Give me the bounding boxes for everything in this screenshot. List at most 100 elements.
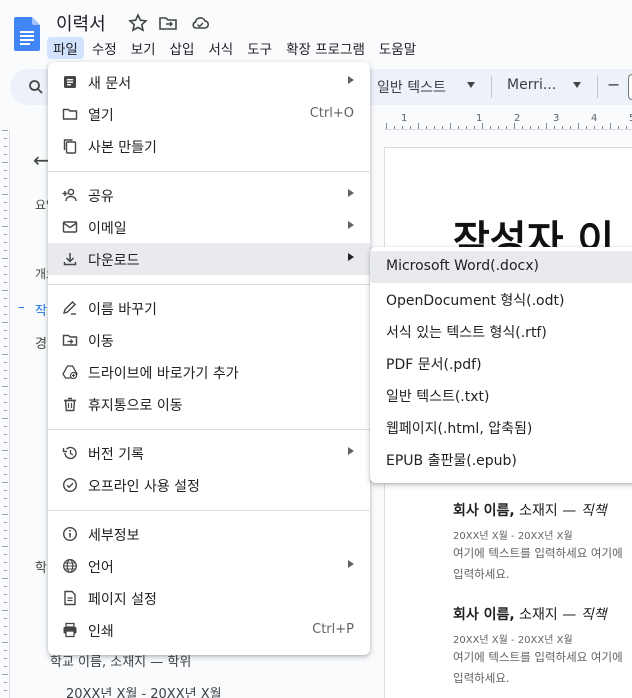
ruler-tick: [578, 123, 579, 129]
search-menus-icon[interactable]: [28, 79, 44, 95]
menu-item-version-history[interactable]: 버전 기록: [48, 437, 370, 469]
ruler-tick: [546, 123, 547, 129]
ruler-tick: [594, 126, 595, 129]
menu-item-shortcut: Ctrl+P: [312, 622, 354, 637]
ruler-tick: [4, 658, 7, 659]
menu-edit[interactable]: 수정: [86, 37, 123, 59]
ruler-tick: [458, 126, 459, 129]
ruler-tick: [4, 306, 7, 307]
menu-item-label: Microsoft Word(.docx): [386, 258, 539, 274]
download-html[interactable]: 웹페이지(.html, 압축됨): [370, 411, 632, 443]
toolbar-divider: [491, 76, 492, 98]
outline-date-text[interactable]: 20XX년 X월 - 20XX년 X월: [66, 683, 222, 698]
job-entry-body[interactable]: 입력하세요.: [453, 566, 510, 582]
menu-item-details[interactable]: 세부정보: [48, 518, 370, 550]
menu-item-language[interactable]: 언어: [48, 550, 370, 582]
job-entry-title[interactable]: 회사 이름, 소재지 — 직책: [453, 604, 606, 624]
menu-item-move[interactable]: 이동: [48, 324, 370, 356]
submenu-arrow-icon: [348, 221, 354, 229]
outline-item[interactable]: 경: [35, 333, 47, 352]
job-entry-date[interactable]: 20XX년 X월 - 20XX년 X월: [453, 527, 573, 542]
ruler-tick: [2, 194, 8, 195]
menu-extensions[interactable]: 확장 프로그램: [280, 37, 371, 59]
ruler-tick: [394, 126, 395, 129]
menu-item-rename[interactable]: 이름 바꾸기: [48, 292, 370, 324]
menu-item-offline[interactable]: 오프라인 사용 설정: [48, 469, 370, 501]
download-rtf[interactable]: 서식 있는 텍스트 형식(.rtf): [370, 315, 632, 347]
move-folder-icon: [62, 334, 78, 346]
download-epub[interactable]: EPUB 출판물(.epub): [370, 443, 632, 475]
job-entry-body[interactable]: 여기에 텍스트를 입력하세요 여기에: [453, 545, 623, 561]
menu-separator: [48, 284, 370, 285]
outline-item[interactable]: 학: [35, 557, 47, 576]
star-icon[interactable]: [128, 13, 148, 33]
download-icon: [63, 253, 77, 266]
menu-file[interactable]: 파일: [47, 37, 84, 59]
ruler-tick: [2, 482, 8, 483]
menu-item-email[interactable]: 이메일: [48, 211, 370, 243]
decrease-font-size-button[interactable]: −: [607, 75, 620, 94]
offline-icon: [62, 477, 78, 493]
download-docx[interactable]: Microsoft Word(.docx): [370, 251, 632, 283]
job-entry-body[interactable]: 입력하세요.: [453, 670, 510, 686]
ruler-tick: [506, 126, 507, 129]
menu-item-download[interactable]: 다운로드: [48, 243, 370, 275]
download-odt[interactable]: OpenDocument 형식(.odt): [370, 283, 632, 315]
menu-tools[interactable]: 도구: [241, 37, 278, 59]
menu-item-print[interactable]: 인쇄 Ctrl+P: [48, 614, 370, 646]
docs-logo-icon[interactable]: [14, 17, 40, 51]
paragraph-style-dropdown[interactable]: 일반 텍스트: [377, 77, 446, 97]
ruler-tick: [4, 394, 7, 395]
menu-insert[interactable]: 삽입: [164, 37, 201, 59]
download-submenu: Microsoft Word(.docx) OpenDocument 형식(.o…: [370, 247, 632, 483]
job-entry-date[interactable]: 20XX년 X월 - 20XX년 X월: [453, 631, 573, 646]
menu-item-add-shortcut[interactable]: 드라이브에 바로가기 추가: [48, 356, 370, 388]
ruler-tick: [2, 610, 8, 611]
font-size-input[interactable]: [628, 74, 632, 100]
menu-item-share[interactable]: 공유: [48, 179, 370, 211]
menu-item-label: 일반 텍스트(.txt): [386, 389, 490, 405]
ruler-tick: [4, 370, 7, 371]
horizontal-ruler[interactable]: 1 1 2 3 4 5: [384, 112, 632, 130]
menu-separator: [48, 510, 370, 511]
ruler-tick: [4, 250, 7, 251]
ruler-tick: [4, 554, 7, 555]
job-entry-title[interactable]: 회사 이름, 소재지 — 직책: [453, 500, 606, 520]
ruler-tick: [626, 126, 627, 129]
menu-item-open[interactable]: 열기 Ctrl+O: [48, 98, 370, 130]
copy-icon: [63, 139, 77, 154]
job-entry-body[interactable]: 여기에 텍스트를 입력하세요 여기에: [453, 649, 623, 665]
menu-item-page-setup[interactable]: 페이지 설정: [48, 582, 370, 614]
menu-view[interactable]: 보기: [125, 37, 162, 59]
menu-separator: [48, 171, 370, 172]
ruler-tick: [4, 530, 7, 531]
ruler-tick: [4, 362, 7, 363]
ruler-tick: [4, 282, 7, 283]
cloud-status-icon[interactable]: [190, 13, 210, 33]
font-family-dropdown[interactable]: Merri...: [507, 77, 556, 93]
menu-item-new-document[interactable]: 새 문서: [48, 66, 370, 98]
vertical-ruler[interactable]: [0, 130, 10, 698]
ruler-tick: [4, 570, 7, 571]
ruler-tick: [4, 178, 7, 179]
menu-item-trash[interactable]: 휴지통으로 이동: [48, 388, 370, 420]
document-title[interactable]: 이력서: [56, 10, 106, 36]
ruler-tick: [4, 426, 7, 427]
ruler-tick: [498, 126, 499, 129]
submenu-arrow-icon: [348, 560, 354, 568]
download-txt[interactable]: 일반 텍스트(.txt): [370, 379, 632, 411]
ruler-tick: [4, 490, 7, 491]
outline-item-active[interactable]: 작: [35, 300, 47, 319]
menu-item-label: 휴지통으로 이동: [88, 398, 183, 414]
menu-item-make-copy[interactable]: 사본 만들기: [48, 130, 370, 162]
ruler-tick: [522, 126, 523, 129]
chevron-down-icon: [467, 82, 475, 88]
download-pdf[interactable]: PDF 문서(.pdf): [370, 347, 632, 379]
ruler-tick: [4, 218, 7, 219]
menu-item-label: 버전 기록: [88, 447, 144, 463]
menu-item-label: EPUB 출판물(.epub): [386, 453, 517, 469]
trash-icon: [64, 397, 76, 412]
menu-help[interactable]: 도움말: [373, 37, 422, 59]
menu-format[interactable]: 서식: [202, 37, 239, 59]
move-to-folder-icon[interactable]: [158, 13, 178, 33]
